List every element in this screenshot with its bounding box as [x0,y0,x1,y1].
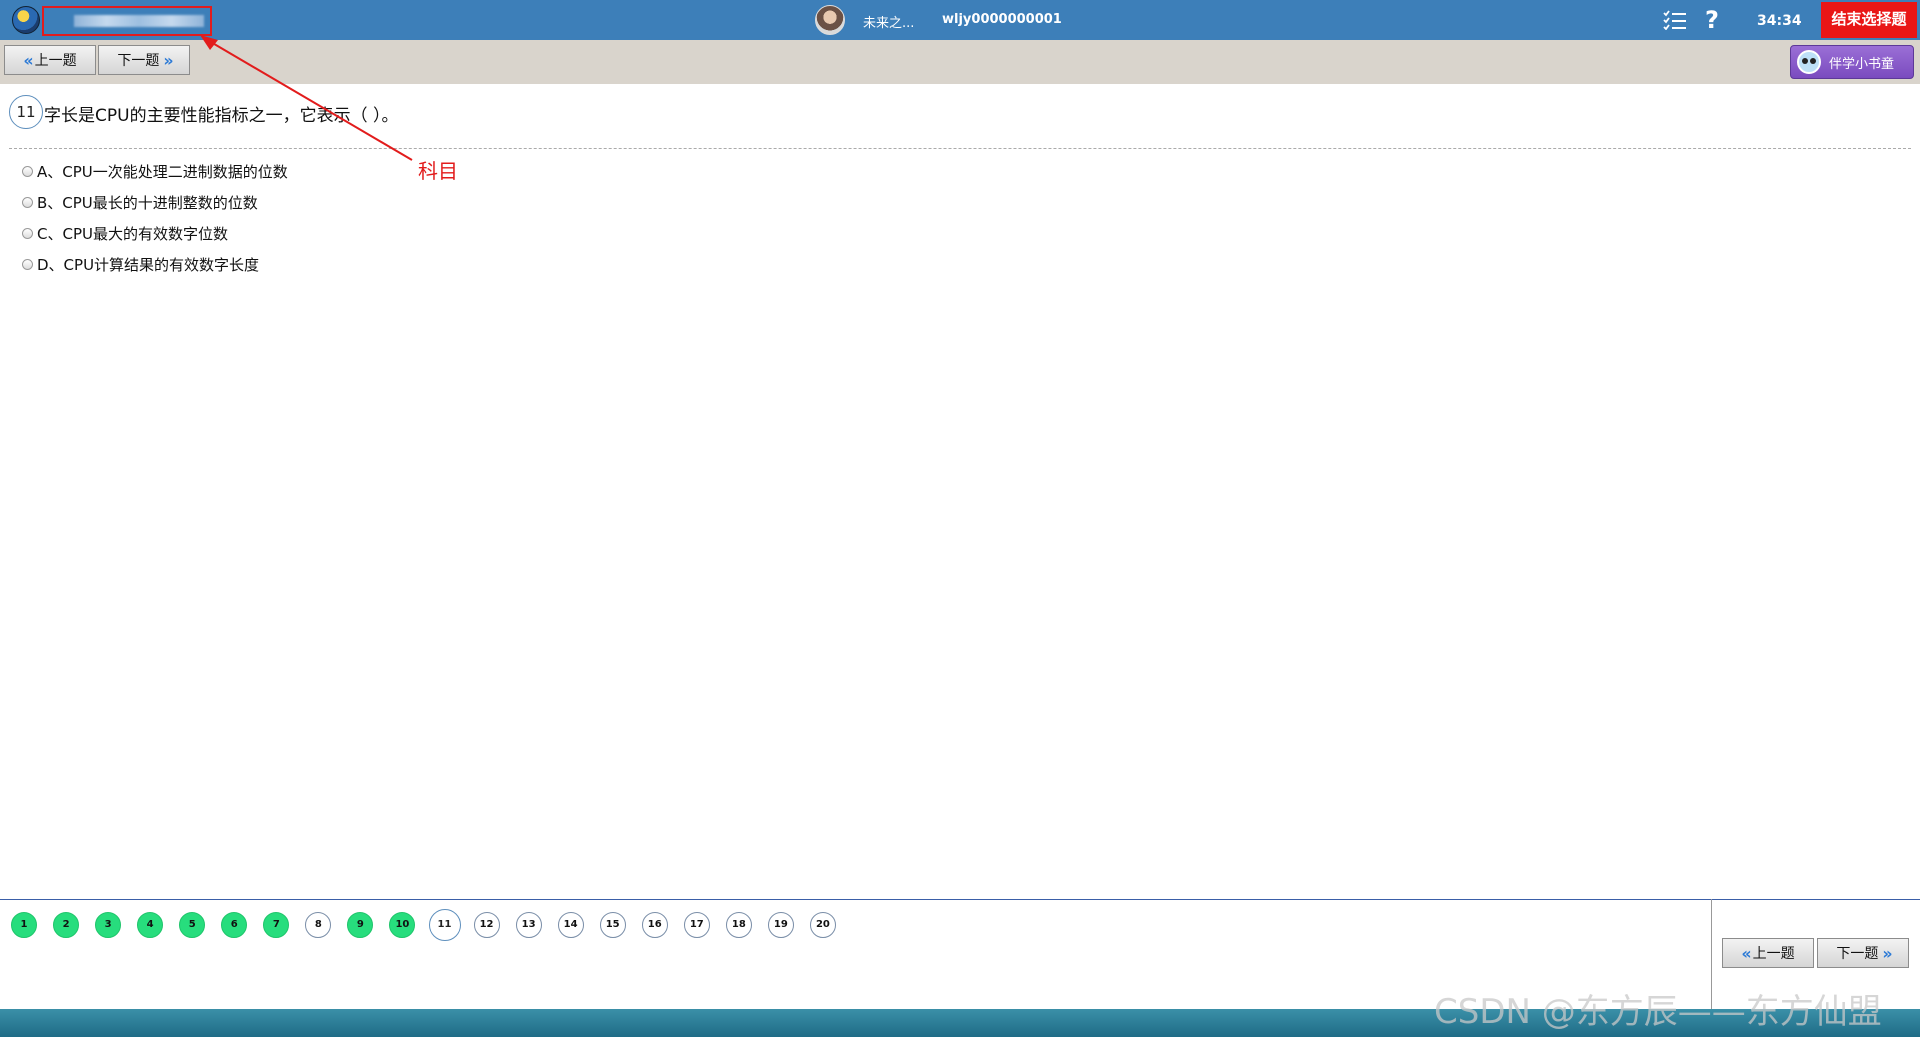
footer-next-label: 下一题 [1836,946,1879,962]
question-nav-12[interactable]: 12 [473,912,500,938]
question-nav-16[interactable]: 16 [641,912,668,938]
question-nav-5[interactable]: 5 [179,912,206,938]
footer-next-question-button[interactable]: 下一题 ›› [1817,938,1909,968]
question-nav-15[interactable]: 15 [599,912,626,938]
question-nav-17[interactable]: 17 [683,912,710,938]
question-nav-14[interactable]: 14 [557,912,584,938]
question-nav-2[interactable]: 2 [53,912,80,938]
question-nav-3[interactable]: 3 [95,912,122,938]
annotation-label: 科目 [418,159,458,183]
question-nav-4[interactable]: 4 [137,912,164,938]
question-nav-20[interactable]: 20 [809,912,836,938]
footer-divider [0,899,1920,900]
question-nav-18[interactable]: 18 [725,912,752,938]
double-right-arrow-icon: ›› [1882,943,1892,963]
annotation-arrow [200,35,413,161]
question-nav-13[interactable]: 13 [515,912,542,938]
question-nav-11[interactable]: 11 [428,909,461,941]
question-nav-1[interactable]: 1 [11,912,37,938]
watermark: CSDN @东方辰——东方仙盟 [1434,992,1882,1032]
footer-prev-question-button[interactable]: ‹‹ 上一题 [1722,938,1814,968]
question-nav-19[interactable]: 19 [767,912,794,938]
footer-prev-label: 上一题 [1752,946,1795,962]
double-left-arrow-icon: ‹‹ [1741,943,1751,963]
